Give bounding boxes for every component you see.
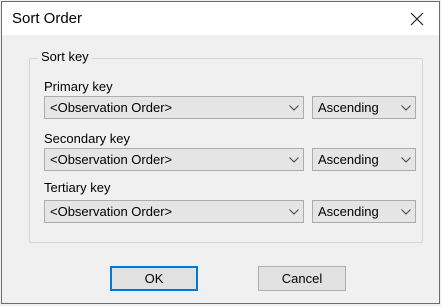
secondary-key-label: Secondary key (44, 131, 130, 146)
primary-key-field-select[interactable]: <Observation Order> (44, 96, 304, 119)
close-icon (410, 12, 424, 25)
chevron-down-icon (285, 149, 303, 170)
chevron-down-icon (397, 201, 415, 222)
chevron-down-icon (285, 201, 303, 222)
close-button[interactable] (397, 2, 437, 35)
sort-order-dialog: Sort Order Sort key Primary key <Observa… (1, 1, 440, 304)
primary-key-label: Primary key (44, 79, 113, 94)
tertiary-key-order-value: Ascending (318, 204, 379, 219)
tertiary-key-label: Tertiary key (44, 180, 111, 195)
chevron-down-icon (397, 97, 415, 118)
tertiary-key-order-select[interactable]: Ascending (312, 200, 416, 223)
tertiary-key-field-select[interactable]: <Observation Order> (44, 200, 304, 223)
window-title: Sort Order (12, 10, 83, 27)
sort-key-group-label: Sort key (38, 49, 92, 64)
title-bar: Sort Order (2, 2, 439, 35)
cancel-button[interactable]: Cancel (258, 266, 346, 291)
secondary-key-field-value: <Observation Order> (50, 152, 173, 167)
secondary-key-order-value: Ascending (318, 152, 379, 167)
primary-key-field-value: <Observation Order> (50, 100, 173, 115)
chevron-down-icon (285, 97, 303, 118)
tertiary-key-field-value: <Observation Order> (50, 204, 173, 219)
primary-key-order-value: Ascending (318, 100, 379, 115)
ok-button[interactable]: OK (110, 266, 198, 291)
primary-key-order-select[interactable]: Ascending (312, 96, 416, 119)
chevron-down-icon (397, 149, 415, 170)
secondary-key-field-select[interactable]: <Observation Order> (44, 148, 304, 171)
secondary-key-order-select[interactable]: Ascending (312, 148, 416, 171)
